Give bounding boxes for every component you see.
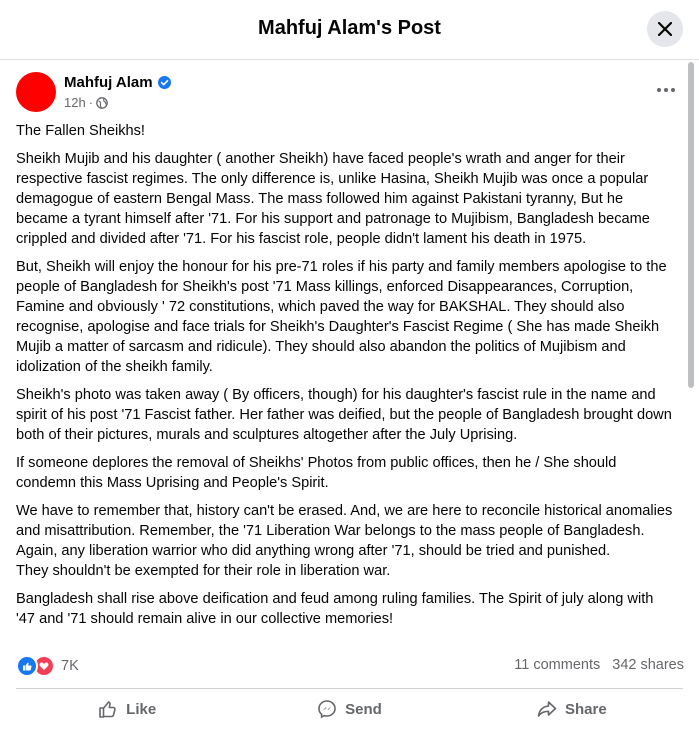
like-reaction-icon: [16, 655, 38, 677]
close-icon: [658, 22, 672, 36]
meta-separator: ·: [88, 95, 94, 110]
comments-count[interactable]: 11 comments: [514, 657, 600, 673]
scrollbar[interactable]: [688, 62, 694, 388]
reactions-summary[interactable]: 7K: [16, 655, 79, 677]
messenger-icon: [318, 700, 336, 719]
post-actions: Like Send Share: [16, 689, 683, 729]
author-row: Mahfuj Alam: [64, 74, 171, 91]
post-paragraph: If someone deplores the removal of Sheik…: [16, 455, 617, 491]
post-paragraph: We have to remember that, history can't …: [16, 503, 673, 579]
send-button[interactable]: Send: [238, 689, 460, 729]
send-label: Send: [345, 700, 382, 718]
share-label: Share: [564, 700, 607, 718]
post-paragraph: Sheikh's photo was taken away ( By offic…: [16, 387, 672, 443]
post-time[interactable]: 12h: [64, 95, 86, 110]
post-dialog-header: Mahfuj Alam's Post: [0, 0, 699, 60]
like-button[interactable]: Like: [16, 689, 238, 729]
verified-badge-icon: [157, 76, 171, 89]
post-paragraph: But, Sheikh will enjoy the honour for hi…: [16, 259, 667, 375]
globe-icon[interactable]: [96, 96, 108, 109]
post-paragraph: Sheikh Mujib and his daughter ( another …: [16, 151, 650, 247]
avatar[interactable]: [16, 72, 56, 112]
engagement-stats: 11 comments 342 shares: [514, 657, 684, 673]
post-meta: 12h ·: [64, 95, 108, 110]
more-horizontal-icon: [657, 88, 675, 92]
like-label: Like: [126, 700, 157, 718]
post-paragraph: The Fallen Sheikhs!: [16, 123, 145, 139]
post-text: The Fallen Sheikhs! Sheikh Mujib and his…: [16, 121, 676, 637]
thumbs-up-icon: [99, 701, 116, 718]
more-options-button[interactable]: [650, 78, 682, 102]
author-name[interactable]: Mahfuj Alam: [64, 74, 153, 91]
dialog-title: Mahfuj Alam's Post: [258, 17, 441, 39]
shares-count[interactable]: 342 shares: [612, 657, 684, 673]
close-button[interactable]: [647, 11, 683, 47]
post-paragraph: Bangladesh shall rise above deification …: [16, 591, 654, 627]
share-button[interactable]: Share: [461, 689, 683, 729]
reaction-count: 7K: [61, 658, 79, 674]
share-icon: [537, 701, 557, 717]
